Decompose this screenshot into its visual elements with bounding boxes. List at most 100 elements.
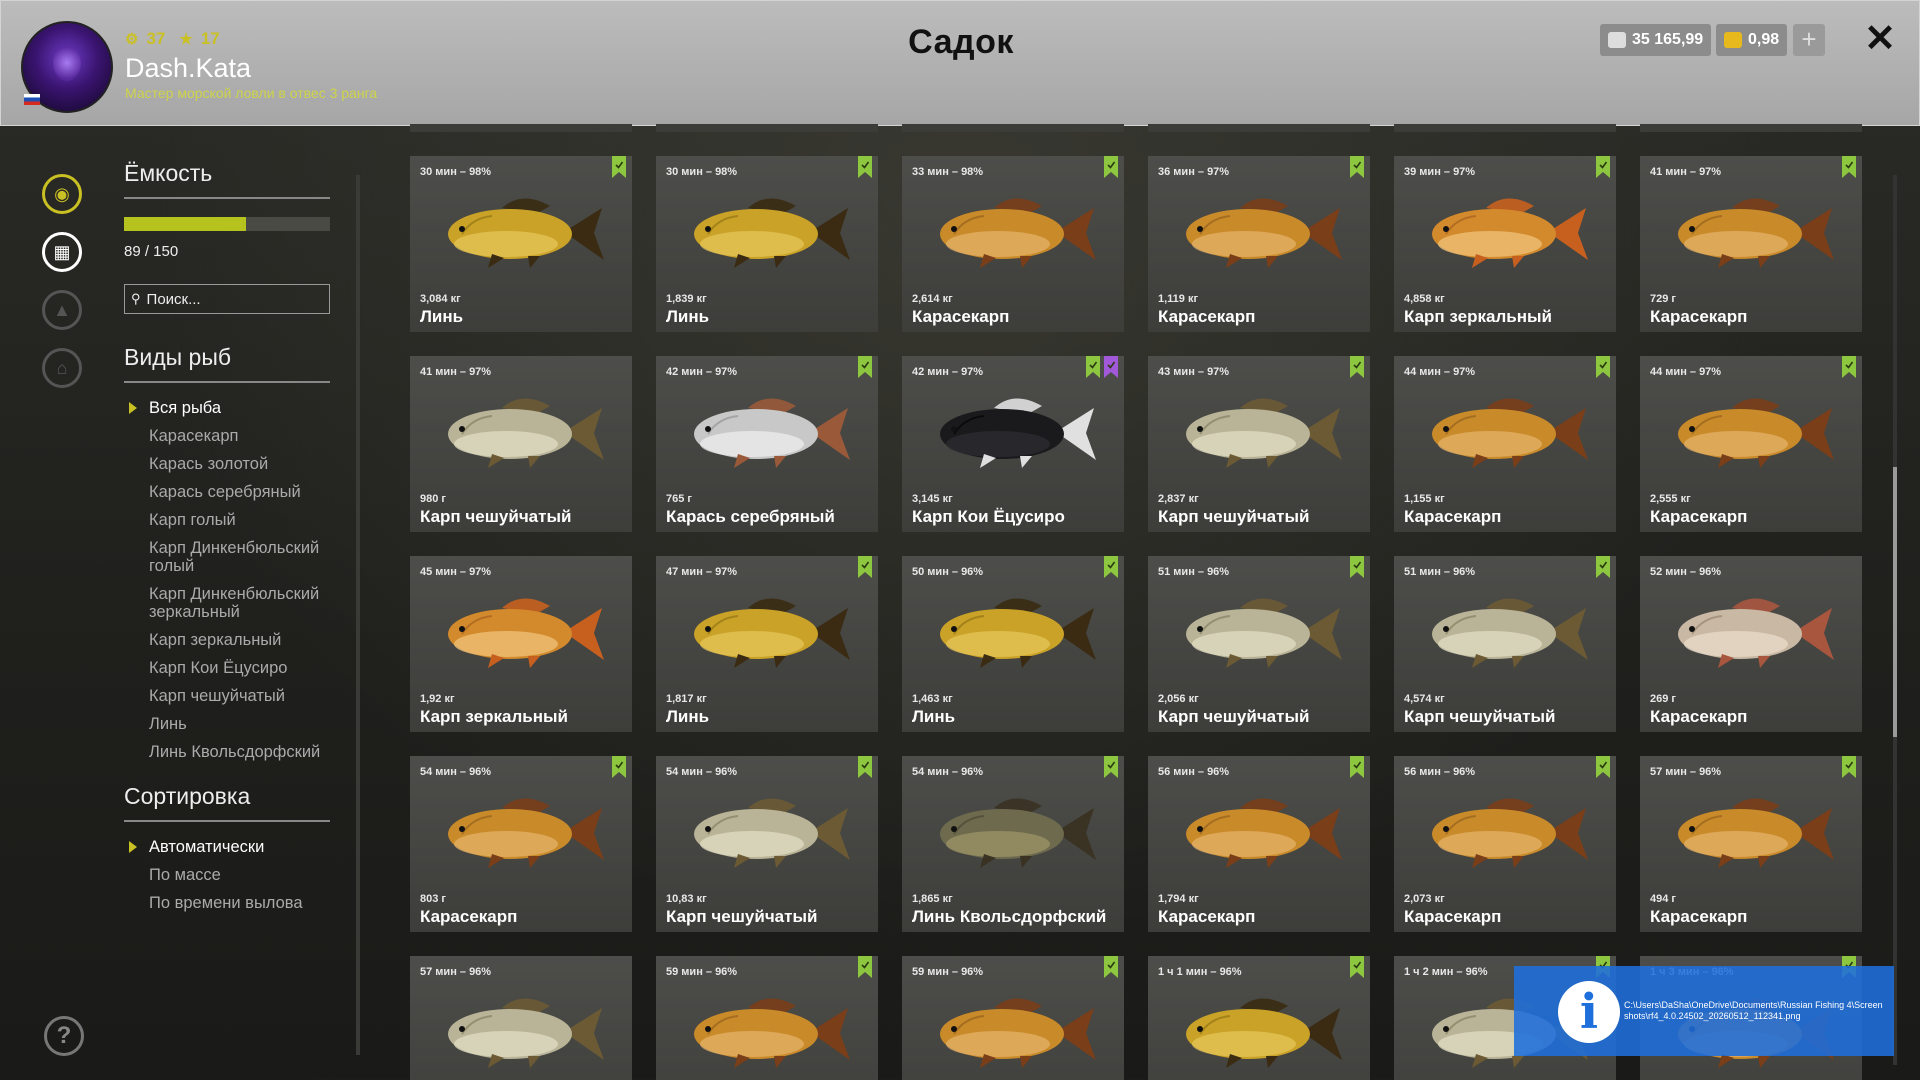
fish-card[interactable]: 56 мин – 96% 2,073 кг Карасекарп xyxy=(1394,756,1616,932)
search-input[interactable]: ⚲ Поиск... xyxy=(124,284,330,314)
fish-weight: 2,837 кг xyxy=(1158,493,1199,505)
sort-option-item[interactable]: По времени вылова xyxy=(124,894,330,912)
notification-path: C:\Users\DaSha\OneDrive\Documents\Russia… xyxy=(1624,1000,1883,1021)
favorite-bookmark-icon[interactable] xyxy=(1350,156,1364,178)
favorite-bookmark-icon[interactable] xyxy=(1104,756,1118,778)
player-rank: Мастер морской ловли в отвес 3 ранга xyxy=(125,85,378,101)
fish-icon[interactable]: ◉ xyxy=(42,174,82,214)
fish-card[interactable]: 44 мин – 97% 2,555 кг Карасекарп xyxy=(1640,356,1862,532)
favorite-bookmark-icon[interactable] xyxy=(1596,756,1610,778)
silver-balance: 35 165,99 xyxy=(1600,24,1712,56)
fish-card[interactable]: 52 мин – 96% 269 г Карасекарп xyxy=(1640,556,1862,732)
fish-card[interactable]: 36 мин – 97% 1,119 кг Карасекарп xyxy=(1148,156,1370,332)
fish-card[interactable]: 1 ч 1 мин – 96% xyxy=(1148,956,1370,1080)
fish-card[interactable]: 30 мин – 98% 3,084 кг Линь xyxy=(410,156,632,332)
favorite-bookmark-icon[interactable] xyxy=(858,156,872,178)
fish-card[interactable]: 54 мин – 96% 10,83 кг Карп чешуйчатый xyxy=(656,756,878,932)
fish-card[interactable]: 41 мин – 97% 980 г Карп чешуйчатый xyxy=(410,356,632,532)
fish-card[interactable]: 43 мин – 97% 2,837 кг Карп чешуйчатый xyxy=(1148,356,1370,532)
fish-card[interactable]: 51 мин – 96% 4,574 кг Карп чешуйчатый xyxy=(1394,556,1616,732)
fish-card[interactable]: 45 мин – 97% 1,92 кг Карп зеркальный xyxy=(410,556,632,732)
favorite-bookmark-icon[interactable] xyxy=(858,556,872,578)
fish-card[interactable]: 51 мин – 96% 2,056 кг Карп чешуйчатый xyxy=(1148,556,1370,732)
fish-card[interactable]: 42 мин – 97% 3,145 кг Карп Кои Ёцусиро xyxy=(902,356,1124,532)
rank-icon[interactable]: ▲ xyxy=(42,290,82,330)
species-filter-item[interactable]: Вся рыба xyxy=(124,399,330,417)
species-list: Вся рыба Карасекарп Карась золотой Карась с… xyxy=(124,399,330,761)
fish-card[interactable]: 56 мин – 96% 1,794 кг Карасекарп xyxy=(1148,756,1370,932)
fish-card[interactable]: 44 мин – 97% 1,155 кг Карасекарп xyxy=(1394,356,1616,532)
favorite-bookmark-icon[interactable] xyxy=(612,756,626,778)
fish-card[interactable]: 59 мин – 96% xyxy=(902,956,1124,1080)
species-filter-item[interactable]: Карп зеркальный xyxy=(124,631,330,649)
favorite-bookmark-icon[interactable] xyxy=(1350,756,1364,778)
species-filter-item[interactable]: Карась золотой xyxy=(124,455,330,473)
screenshot-notification[interactable]: i C:\Users\DaSha\OneDrive\Documents\Russ… xyxy=(1514,966,1894,1056)
species-filter-item[interactable]: Карп чешуйчатый xyxy=(124,687,330,705)
fish-name: Карасекарп xyxy=(912,307,1010,326)
favorite-bookmark-icon[interactable] xyxy=(858,756,872,778)
favorite-bookmark-icon[interactable] xyxy=(858,356,872,378)
search-icon: ⚲ xyxy=(131,291,141,306)
species-filter-item[interactable]: Карп Динкенбюльский зеркальный xyxy=(124,585,330,621)
fish-weight: 4,574 кг xyxy=(1404,693,1445,705)
fish-card[interactable]: 54 мин – 96% 1,865 кг Линь Квольсдорфский xyxy=(902,756,1124,932)
gold-value: 0,98 xyxy=(1748,31,1780,48)
help-icon[interactable]: ? xyxy=(44,1016,84,1056)
fish-card[interactable]: 33 мин – 98% 2,614 кг Карасекарп xyxy=(902,156,1124,332)
catch-time: 44 мин – 97% xyxy=(1650,366,1722,378)
catch-time: 59 мин – 96% xyxy=(912,966,984,978)
favorite-bookmark-icon[interactable] xyxy=(1596,356,1610,378)
catch-time: 42 мин – 97% xyxy=(666,366,738,378)
favorite-bookmark-icon[interactable] xyxy=(1350,956,1364,978)
species-filter-item[interactable]: Карп Кои Ёцусиро xyxy=(124,659,330,677)
favorite-bookmark-icon[interactable] xyxy=(1104,956,1118,978)
fish-name: Линь Квольсдорфский xyxy=(912,907,1107,926)
fish-card[interactable]: 50 мин – 96% 1,463 кг Линь xyxy=(902,556,1124,732)
home-icon[interactable]: ⌂ xyxy=(42,348,82,388)
fish-name: Линь xyxy=(666,707,710,726)
sort-option-item[interactable]: Автоматически xyxy=(124,838,330,856)
favorite-bookmark-icon[interactable] xyxy=(1842,756,1856,778)
favorite-bookmark-icon[interactable] xyxy=(1350,556,1364,578)
search-placeholder: Поиск... xyxy=(146,290,201,308)
species-filter-item[interactable]: Линь xyxy=(124,715,330,733)
fish-name: Линь xyxy=(420,307,464,326)
favorite-bookmark-icon[interactable] xyxy=(612,156,626,178)
sort-option-item[interactable]: По массе xyxy=(124,866,330,884)
favorite-bookmark-icon[interactable] xyxy=(1842,356,1856,378)
fish-card[interactable]: 47 мин – 97% 1,817 кг Линь xyxy=(656,556,878,732)
fish-card[interactable]: 57 мин – 96% xyxy=(410,956,632,1080)
fish-card[interactable]: 54 мин – 96% 803 г Карасекарп xyxy=(410,756,632,932)
close-button[interactable]: ✕ xyxy=(1862,19,1898,59)
panel-divider xyxy=(356,175,360,1055)
keepnet-icon[interactable]: ▦ xyxy=(42,232,82,272)
trophy-bookmark-icon[interactable] xyxy=(1104,356,1118,378)
fish-card[interactable]: 41 мин – 97% 729 г Карасекарп xyxy=(1640,156,1862,332)
species-filter-item[interactable]: Карп Динкенбюльский голый xyxy=(124,539,330,575)
species-filter-item[interactable]: Карасекарп xyxy=(124,427,330,445)
fish-card[interactable]: 57 мин – 96% 494 г Карасекарп xyxy=(1640,756,1862,932)
fish-card[interactable]: 42 мин – 97% 765 г Карась серебряный xyxy=(656,356,878,532)
species-filter-item[interactable]: Карась серебряный xyxy=(124,483,330,501)
fish-weight: 494 г xyxy=(1650,893,1676,905)
fish-weight: 3,084 кг xyxy=(420,293,461,305)
favorite-bookmark-icon[interactable] xyxy=(858,956,872,978)
catch-time: 51 мин – 96% xyxy=(1404,566,1476,578)
fish-card[interactable]: 59 мин – 96% xyxy=(656,956,878,1080)
species-filter-item[interactable]: Карп голый xyxy=(124,511,330,529)
species-title: Виды рыб xyxy=(124,344,330,383)
favorite-bookmark-icon[interactable] xyxy=(1086,356,1100,378)
favorite-bookmark-icon[interactable] xyxy=(1350,356,1364,378)
favorite-bookmark-icon[interactable] xyxy=(1842,156,1856,178)
fish-weight: 980 г xyxy=(420,493,446,505)
species-filter-item[interactable]: Линь Квольсдорфский xyxy=(124,743,330,761)
favorite-bookmark-icon[interactable] xyxy=(1104,156,1118,178)
add-currency-button[interactable]: + xyxy=(1793,24,1825,56)
fish-card[interactable]: 39 мин – 97% 4,858 кг Карп зеркальный xyxy=(1394,156,1616,332)
favorite-bookmark-icon[interactable] xyxy=(1104,556,1118,578)
favorite-bookmark-icon[interactable] xyxy=(1596,556,1610,578)
scrollbar-thumb[interactable] xyxy=(1893,467,1897,737)
favorite-bookmark-icon[interactable] xyxy=(1596,156,1610,178)
fish-card[interactable]: 30 мин – 98% 1,839 кг Линь xyxy=(656,156,878,332)
